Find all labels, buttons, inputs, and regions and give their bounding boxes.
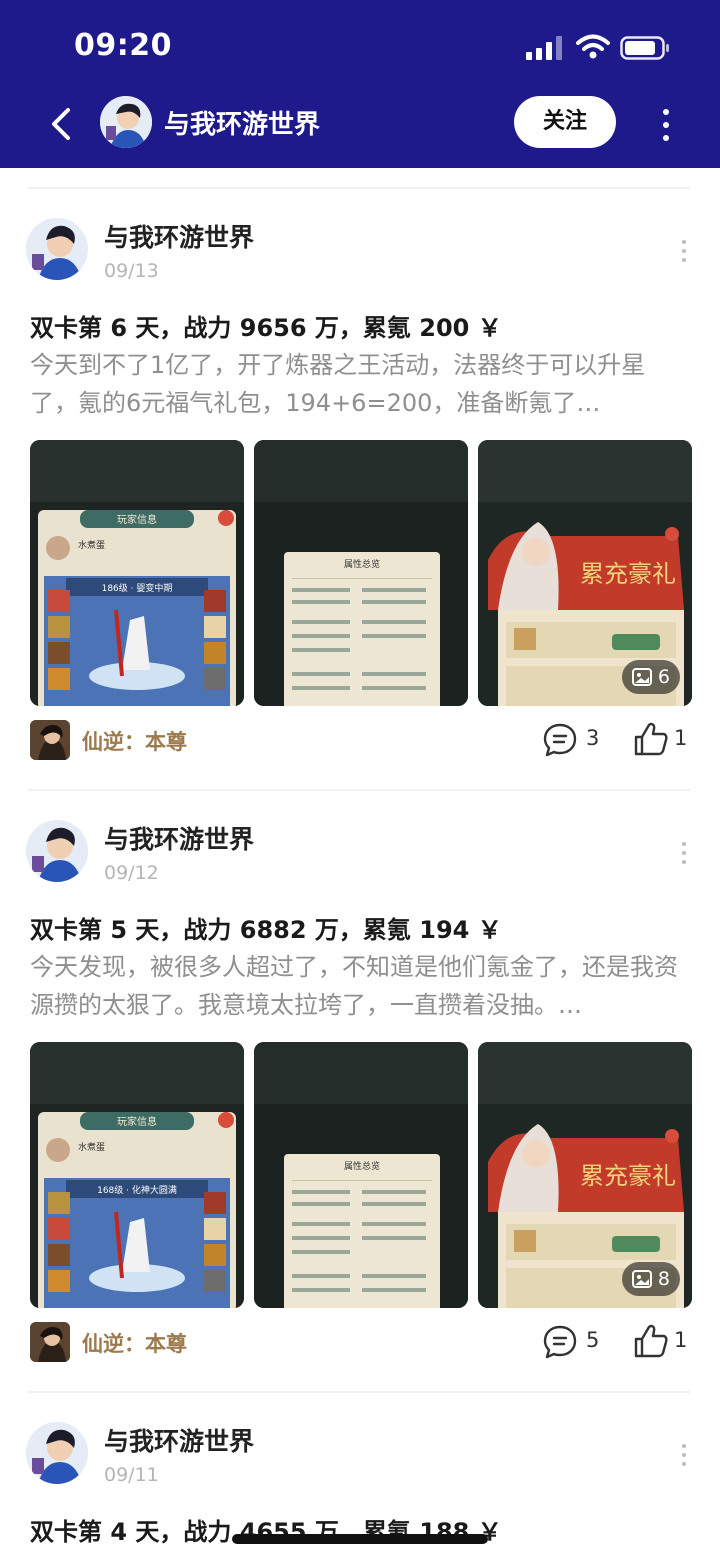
comment-icon[interactable] <box>542 1324 578 1360</box>
player-name: 水煮蛋 <box>78 1141 105 1153</box>
post-date: 09/11 <box>104 1464 159 1486</box>
wifi-icon <box>576 34 610 59</box>
post-body[interactable]: 今天发现，被很多人超过了，不知道是他们氪金了，还是我资源攒的太狠了。我意境太拉垮… <box>30 948 692 1024</box>
post-date: 09/12 <box>104 862 159 884</box>
status-time: 09:20 <box>74 28 172 63</box>
thumb-label: 属性总览 <box>344 1160 380 1172</box>
post-title[interactable]: 双卡第 5 天，战力 6882 万，累氪 194 ￥ <box>30 910 502 945</box>
back-arrow-icon[interactable] <box>44 104 80 144</box>
comment-count: 3 <box>586 726 600 750</box>
image-stack-icon <box>631 668 652 686</box>
home-indicator[interactable] <box>232 1534 488 1544</box>
thumb-label: 属性总览 <box>344 558 380 570</box>
cellular-signal-icon <box>526 36 562 60</box>
level-text: 168级 · 化神大圆满 <box>97 1184 177 1196</box>
profile-name: 与我环游世界 <box>164 110 321 140</box>
image-thumbnail[interactable]: 累充豪礼 6 <box>478 440 692 706</box>
author-name[interactable]: 与我环游世界 <box>104 820 254 856</box>
thumb-label: 玩家信息 <box>117 513 157 526</box>
profile-avatar[interactable] <box>100 96 152 148</box>
post-footer: 仙逆：本尊 3 1 <box>30 718 692 762</box>
post-card[interactable]: 与我环游世界 09/12 双卡第 5 天，战力 6882 万，累氪 194 ￥ … <box>0 790 720 1390</box>
thumb-label: 累充豪礼 <box>580 560 676 588</box>
image-thumbnail[interactable]: 累充豪礼 8 <box>478 1042 692 1308</box>
image-count-badge: 8 <box>621 1262 680 1296</box>
topic-tag[interactable]: 仙逆：本尊 <box>82 726 187 756</box>
post-menu-icon[interactable] <box>680 842 688 868</box>
image-stack-icon <box>631 1270 652 1288</box>
nav-bar: 与我环游世界 关注 <box>0 90 720 158</box>
image-count: 8 <box>657 1268 670 1290</box>
author-avatar[interactable] <box>26 820 88 882</box>
battery-icon <box>620 36 669 60</box>
topic-avatar[interactable] <box>30 720 70 760</box>
player-name: 水煮蛋 <box>78 539 105 551</box>
author-name[interactable]: 与我环游世界 <box>104 218 254 254</box>
post-menu-icon[interactable] <box>680 1444 688 1470</box>
thumbs-up-icon[interactable] <box>632 1322 670 1360</box>
author-avatar[interactable] <box>26 218 88 280</box>
post-body[interactable]: 今天到不了1亿了，开了炼器之王活动，法器终于可以升星了，氪的6元福气礼包，194… <box>30 346 692 422</box>
comment-icon[interactable] <box>542 722 578 758</box>
author-name[interactable]: 与我环游世界 <box>104 1422 254 1458</box>
post-date: 09/13 <box>104 260 159 282</box>
post-images: 玩家信息 水煮蛋 168级 · 化神大圆满 属性总览 累充豪礼 8 <box>30 1042 692 1308</box>
image-thumbnail[interactable]: 玩家信息 水煮蛋 186级 · 婴变中期 <box>30 440 244 706</box>
post-menu-icon[interactable] <box>680 240 688 266</box>
author-avatar[interactable] <box>26 1422 88 1484</box>
status-bar: 09:20 <box>0 0 720 90</box>
topic-tag[interactable]: 仙逆：本尊 <box>82 1328 187 1358</box>
post-title[interactable]: 双卡第 6 天，战力 9656 万，累氪 200 ￥ <box>30 308 502 343</box>
more-options-icon[interactable] <box>656 106 676 142</box>
image-thumbnail[interactable]: 属性总览 <box>254 440 468 706</box>
thumb-label: 累充豪礼 <box>580 1162 676 1190</box>
image-thumbnail[interactable]: 属性总览 <box>254 1042 468 1308</box>
level-text: 186级 · 婴变中期 <box>102 582 173 594</box>
image-thumbnail[interactable]: 玩家信息 水煮蛋 168级 · 化神大圆满 <box>30 1042 244 1308</box>
like-count: 1 <box>674 726 688 750</box>
thumb-label: 玩家信息 <box>117 1115 157 1128</box>
post-footer: 仙逆：本尊 5 1 <box>30 1320 692 1364</box>
image-count: 6 <box>657 666 670 688</box>
comment-count: 5 <box>586 1328 600 1352</box>
thumbs-up-icon[interactable] <box>632 720 670 758</box>
image-count-badge: 6 <box>621 660 680 694</box>
follow-button[interactable]: 关注 <box>514 96 616 148</box>
topic-avatar[interactable] <box>30 1322 70 1362</box>
post-card[interactable]: 与我环游世界 09/13 双卡第 6 天，战力 9656 万，累氪 200 ￥ … <box>0 188 720 788</box>
app-header: 09:20 与我环游世界 关注 <box>0 0 720 168</box>
post-images: 玩家信息 水煮蛋 186级 · 婴变中期 属性总览 累充豪礼 6 <box>30 440 692 706</box>
like-count: 1 <box>674 1328 688 1352</box>
